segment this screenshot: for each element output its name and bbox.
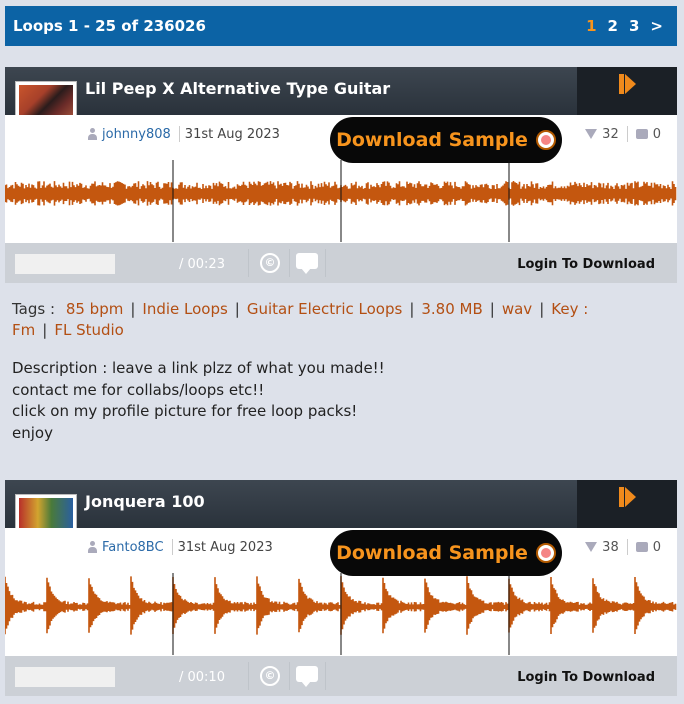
- comment-bubble-icon[interactable]: [296, 253, 318, 274]
- play-button[interactable]: [577, 480, 677, 528]
- divider: [171, 539, 173, 555]
- downvote-count: 38: [602, 539, 619, 555]
- loop-title[interactable]: Jonquera 100: [85, 492, 205, 511]
- thumbs-down-icon[interactable]: [585, 542, 598, 552]
- creative-commons-icon[interactable]: ©: [260, 253, 280, 273]
- loop-stats: 38 0: [585, 539, 661, 555]
- thumbs-down-icon[interactable]: [585, 129, 598, 139]
- divider: [248, 249, 249, 277]
- tag-link[interactable]: 3.80 MB: [421, 300, 482, 318]
- duration: / 00:23: [179, 257, 225, 272]
- comment-count: 0: [652, 126, 661, 142]
- page-3-link[interactable]: 3: [629, 17, 639, 35]
- loop-description: Description : leave a link plzz of what …: [12, 359, 385, 442]
- comment-bubble-icon[interactable]: [296, 666, 318, 687]
- download-label: Download Sample: [336, 542, 528, 564]
- divider: [289, 662, 290, 690]
- download-sample-button[interactable]: Download Sample: [330, 530, 562, 576]
- login-to-download-link[interactable]: Login To Download: [517, 257, 655, 272]
- player-controls: / 00:10 © Login To Download: [5, 656, 677, 696]
- divider: [178, 126, 180, 142]
- pagination: 1 2 3 >: [586, 17, 663, 35]
- tag-link[interactable]: wav: [502, 300, 532, 318]
- comment-icon: [635, 129, 648, 139]
- divider: [325, 249, 326, 277]
- tag-link[interactable]: 85 bpm: [66, 300, 124, 318]
- divider: [325, 662, 326, 690]
- download-label: Download Sample: [336, 129, 528, 151]
- loop-stats: 32 0: [585, 126, 661, 142]
- tag-link[interactable]: FL Studio: [54, 321, 124, 339]
- upload-date: 31st Aug 2023: [184, 126, 280, 142]
- loop-header: Lil Peep X Alternative Type Guitar: [5, 67, 677, 115]
- loop-body: Fanto8BC 31st Aug 2023 Download Sample 3…: [5, 528, 677, 656]
- duration: / 00:10: [179, 670, 225, 685]
- drum-icon: [535, 543, 556, 563]
- page-1-link[interactable]: 1: [586, 17, 596, 35]
- comment-count: 0: [652, 539, 661, 555]
- download-sample-button[interactable]: Download Sample: [330, 117, 562, 163]
- person-icon: [87, 127, 98, 141]
- waveform-path: [5, 576, 677, 635]
- play-icon: [618, 487, 636, 507]
- progress-bar[interactable]: [15, 254, 115, 274]
- play-button[interactable]: [577, 67, 677, 115]
- divider: [626, 126, 628, 142]
- waveform[interactable]: [5, 573, 677, 655]
- page-2-link[interactable]: 2: [608, 17, 618, 35]
- loop-header: Jonquera 100: [5, 480, 677, 528]
- play-icon: [618, 74, 636, 94]
- divider: [289, 249, 290, 277]
- next-page-link[interactable]: >: [650, 17, 663, 35]
- downvote-count: 32: [602, 126, 619, 142]
- loop-body: johnny808 31st Aug 2023 Download Sample …: [5, 115, 677, 243]
- loops-count: Loops 1 - 25 of 236026: [13, 17, 206, 35]
- person-icon: [87, 540, 98, 554]
- loop-meta: Fanto8BC 31st Aug 2023: [87, 539, 273, 555]
- creative-commons-icon[interactable]: ©: [260, 666, 280, 686]
- user-link[interactable]: johnny808: [102, 127, 171, 142]
- drum-icon: [535, 130, 556, 150]
- user-link[interactable]: Fanto8BC: [102, 540, 164, 555]
- pager-bar: Loops 1 - 25 of 236026 1 2 3 >: [5, 6, 677, 46]
- divider: [626, 539, 628, 555]
- loop-title[interactable]: Lil Peep X Alternative Type Guitar: [85, 79, 390, 98]
- progress-bar[interactable]: [15, 667, 115, 687]
- divider: [248, 662, 249, 690]
- login-to-download-link[interactable]: Login To Download: [517, 670, 655, 685]
- waveform-path: [5, 181, 677, 206]
- loop-meta: johnny808 31st Aug 2023: [87, 126, 280, 142]
- tag-link[interactable]: Guitar Electric Loops: [247, 300, 402, 318]
- player-controls: / 00:23 © Login To Download: [5, 243, 677, 283]
- tag-link[interactable]: Indie Loops: [142, 300, 227, 318]
- tags-label: Tags :: [12, 300, 56, 318]
- tag-list: Tags : 85 bpm | Indie Loops | Guitar Electri…: [12, 300, 589, 339]
- upload-date: 31st Aug 2023: [177, 539, 273, 555]
- waveform[interactable]: [5, 160, 677, 242]
- comment-icon: [635, 542, 648, 552]
